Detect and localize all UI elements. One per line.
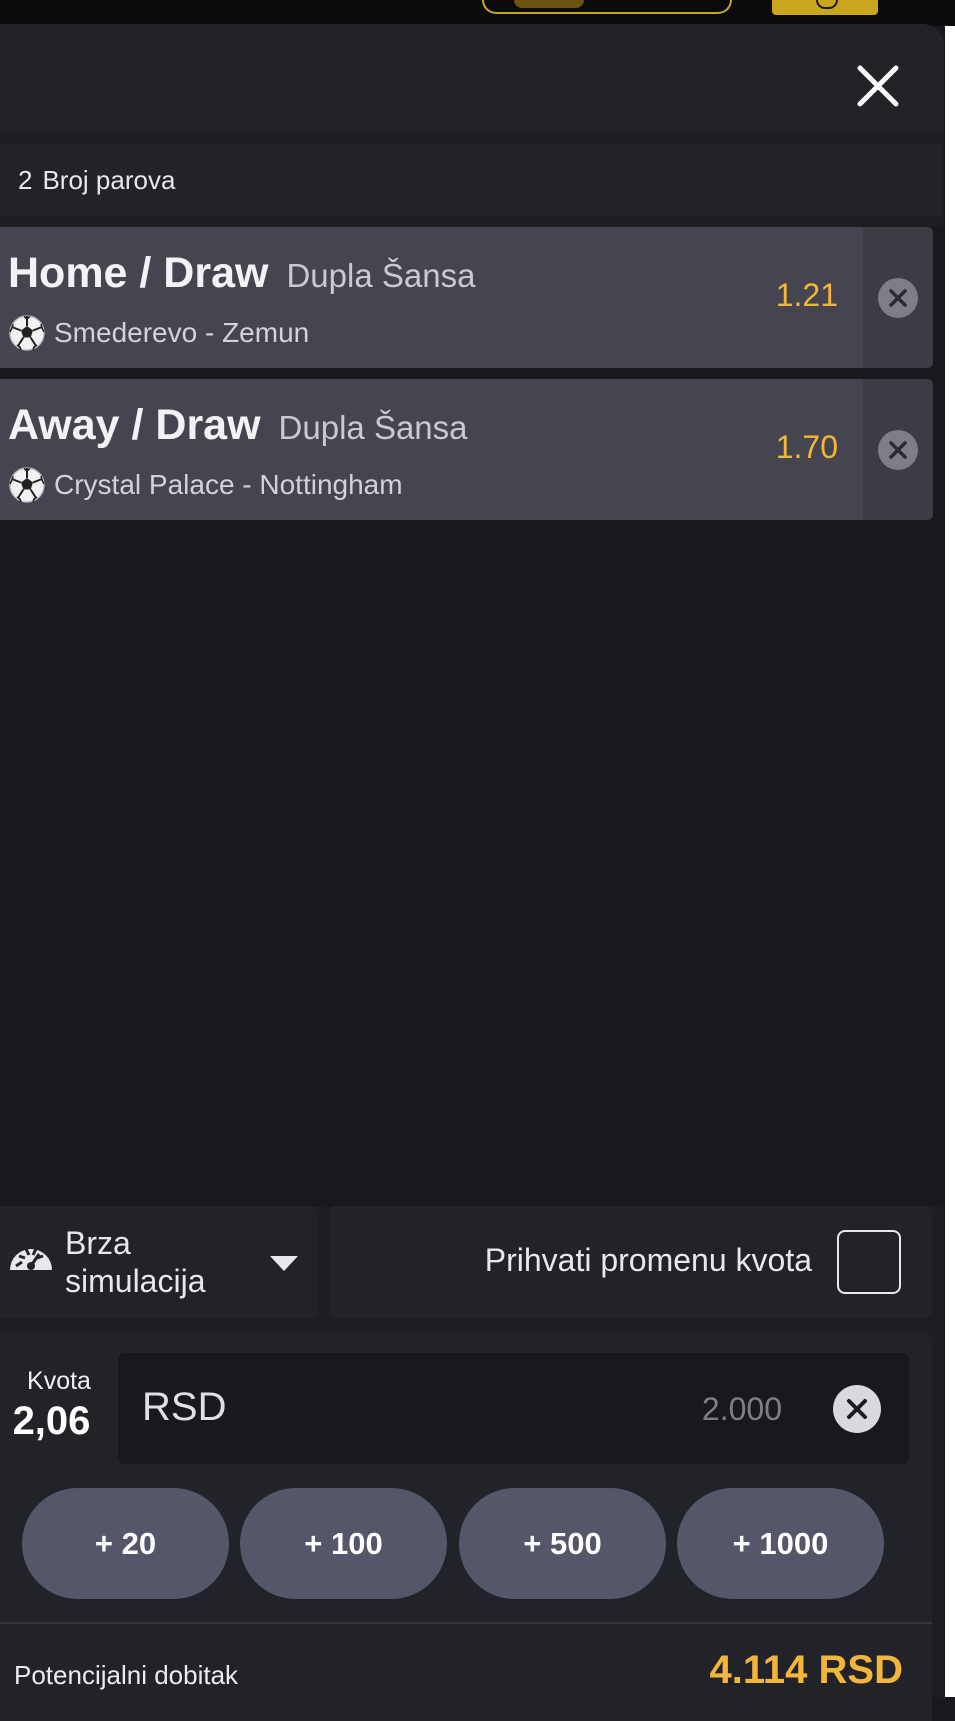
close-icon	[857, 65, 899, 107]
simulation-label-line1: Brza	[65, 1225, 131, 1261]
speedometer-icon	[10, 1248, 52, 1270]
scrollbar[interactable]	[945, 26, 955, 1697]
total-odds-label: Kvota	[27, 1367, 91, 1395]
quick-stake-1000-button[interactable]: + 1000	[677, 1488, 884, 1599]
top-account-button[interactable]	[772, 0, 878, 15]
remove-bet-area	[863, 379, 933, 520]
remove-bet-area	[863, 227, 933, 368]
bet-market: Dupla Šansa	[286, 257, 476, 294]
simulation-label: Brza simulacija	[65, 1224, 235, 1300]
stake-input[interactable]: RSD 2.000	[118, 1353, 909, 1464]
remove-bet-button[interactable]	[878, 277, 918, 318]
betslip-header	[0, 24, 944, 132]
accept-odds-checkbox[interactable]	[837, 1230, 901, 1294]
soccer-ball-icon	[9, 467, 45, 503]
caret-down-icon	[270, 1256, 298, 1271]
total-odds-value: 2,06	[12, 1399, 91, 1443]
bet-odd: 1.70	[775, 429, 838, 465]
quick-stake-100-button[interactable]: + 100	[240, 1488, 447, 1599]
soccer-ball-icon	[9, 315, 45, 351]
bets-list: Home / Draw Dupla Šansa Smederevo - Zemu…	[0, 227, 944, 1207]
bet-item[interactable]: Away / Draw Dupla Šansa Crystal Palace -…	[0, 379, 933, 520]
stake-currency: RSD	[142, 1385, 227, 1429]
bet-pick: Home / Draw	[8, 249, 269, 297]
remove-circle-icon	[889, 440, 907, 459]
potential-win-value: 4.114 RSD	[709, 1648, 903, 1692]
quick-stake-20-button[interactable]: + 20	[22, 1488, 229, 1599]
quick-stake-500-button[interactable]: + 500	[459, 1488, 666, 1599]
clear-circle-icon	[847, 1399, 867, 1419]
divider	[0, 1622, 932, 1624]
bet-match-row: Smederevo - Zemun	[8, 314, 309, 352]
bet-item[interactable]: Home / Draw Dupla Šansa Smederevo - Zemu…	[0, 227, 933, 368]
top-bar-fragment	[0, 0, 955, 26]
bet-match: Crystal Palace - Nottingham	[54, 469, 403, 500]
potential-win-label: Potencijalni dobitak	[14, 1660, 239, 1690]
bet-pick: Away / Draw	[8, 401, 261, 449]
accept-odds-label: Prihvati promenu kvota	[484, 1242, 812, 1278]
bet-title: Home / Draw Dupla Šansa	[8, 249, 475, 298]
bet-market: Dupla Šansa	[278, 409, 468, 446]
stake-panel: Kvota 2,06 RSD 2.000 + 20 + 100 + 500 + …	[0, 1331, 932, 1721]
bet-match: Smederevo - Zemun	[54, 317, 310, 348]
pair-count-row: 2 Broj parova	[0, 144, 942, 216]
pair-count-value: 2	[18, 164, 33, 195]
simulation-dropdown[interactable]: Brza simulacija	[0, 1206, 317, 1318]
bet-odd: 1.21	[775, 277, 838, 313]
top-logo-fragment	[482, 0, 732, 14]
bet-title: Away / Draw Dupla Šansa	[8, 401, 468, 450]
remove-circle-icon	[889, 288, 907, 307]
bet-match-row: Crystal Palace - Nottingham	[8, 466, 403, 504]
simulation-label-line2: simulacija	[65, 1263, 206, 1299]
close-button[interactable]	[846, 54, 910, 118]
stake-amount: 2.000	[701, 1391, 782, 1427]
accept-odds-change: Prihvati promenu kvota	[329, 1206, 932, 1318]
pair-count-label: Broj parova	[42, 164, 176, 195]
clear-stake-button[interactable]	[833, 1385, 881, 1433]
betslip-sheet: 2 Broj parova Home / Draw Dupla Šansa Sm…	[0, 24, 944, 1721]
remove-bet-button[interactable]	[878, 429, 918, 470]
